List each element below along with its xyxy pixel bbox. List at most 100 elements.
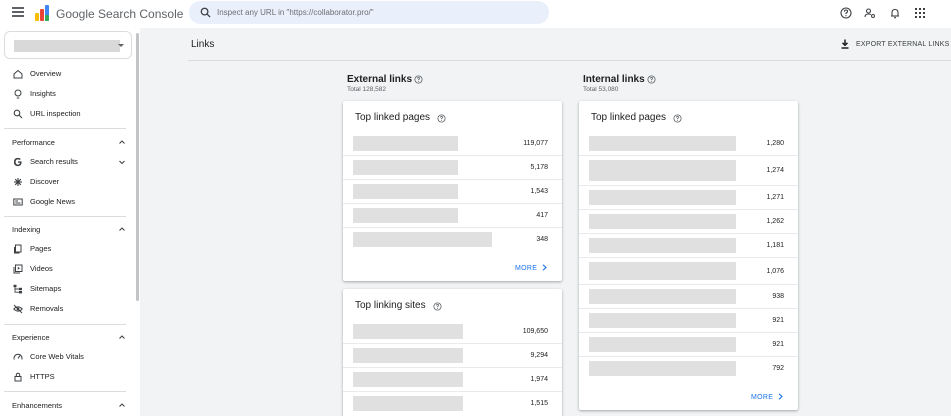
sidebar-item-insights[interactable]: Insights [0, 85, 130, 103]
help-icon[interactable] [647, 75, 656, 84]
table-row[interactable]: 9,294 [343, 344, 562, 368]
link-count: 119,077 [523, 140, 548, 147]
card-title: Top linking sites [355, 300, 426, 311]
table-row[interactable]: 792 [579, 357, 798, 381]
menu-icon[interactable] [12, 7, 24, 19]
manage-users-icon[interactable] [864, 7, 876, 19]
table-row[interactable]: 1,515 [343, 392, 562, 416]
sidebar-item-sitemaps[interactable]: Sitemaps [0, 280, 130, 298]
table-row[interactable]: 1,262 [579, 210, 798, 234]
table-row[interactable]: 921 [579, 309, 798, 333]
sidebar-divider [4, 391, 126, 392]
redacted-url[interactable] [353, 160, 458, 175]
sidebar-item-removals[interactable]: Removals [0, 300, 130, 318]
dropdown-caret-icon [118, 44, 124, 47]
property-selector[interactable] [4, 31, 132, 59]
help-icon[interactable] [433, 302, 442, 311]
search-input[interactable] [217, 5, 537, 20]
external-links-total: Total 128,582 [347, 86, 387, 93]
sidebar-item-url-inspection[interactable]: URL inspection [0, 105, 130, 123]
table-row[interactable]: 938 [579, 285, 798, 309]
more-button[interactable]: MORE [515, 263, 547, 272]
table-row[interactable]: 417 [343, 204, 562, 228]
redacted-url[interactable] [589, 262, 736, 280]
search-console-logo [35, 5, 49, 21]
sidebar-item-label: Insights [30, 89, 56, 98]
more-label: MORE [515, 265, 538, 272]
sidebar-item-google-news[interactable]: Google News [0, 193, 130, 211]
redacted-url[interactable] [589, 289, 736, 304]
help-icon[interactable] [414, 75, 423, 84]
link-count: 1,543 [530, 188, 548, 195]
table-row[interactable]: 1,974 [343, 368, 562, 392]
section-indexing[interactable]: Indexing [0, 220, 130, 238]
more-label: MORE [751, 394, 774, 401]
internal-links-total: Total 53,080 [583, 86, 619, 93]
table-row[interactable]: 109,650 [343, 320, 562, 344]
sidebar-item-label: Discover [30, 177, 60, 186]
redacted-url[interactable] [589, 214, 736, 229]
section-performance[interactable]: Performance [0, 133, 130, 151]
google-g-icon [13, 157, 22, 167]
sidebar-divider [4, 128, 126, 129]
download-icon [841, 39, 849, 49]
link-count: 5,178 [530, 164, 548, 171]
section-enhancements[interactable]: Enhancements [0, 396, 130, 414]
help-icon[interactable] [840, 7, 852, 19]
redacted-url[interactable] [353, 184, 458, 199]
redacted-url[interactable] [589, 361, 736, 376]
external-top-linked-pages-card: Top linked pages 119,077 5,178 1,543 417 348… [343, 101, 562, 281]
sidebar-item-label: Core Web Vitals [30, 352, 84, 361]
section-experience[interactable]: Experience [0, 328, 130, 346]
link-count: 921 [772, 317, 784, 324]
table-row[interactable]: 1,543 [343, 180, 562, 204]
page-title: Links [191, 39, 215, 50]
help-icon[interactable] [673, 114, 682, 123]
help-icon[interactable] [437, 114, 446, 123]
card-title: Top linked pages [591, 112, 667, 123]
chevron-up-icon [119, 403, 125, 407]
sidebar-item-videos[interactable]: Videos [0, 260, 130, 278]
redacted-url[interactable] [353, 208, 458, 223]
sidebar-item-discover[interactable]: Discover [0, 173, 130, 191]
redacted-url[interactable] [353, 396, 463, 411]
link-count: 1,515 [530, 400, 548, 407]
internal-top-linked-pages-card: Top linked pages 1,280 1,274 1,271 1,262 1,1… [579, 101, 798, 410]
table-row[interactable]: 348 [343, 228, 562, 252]
table-row[interactable]: 1,280 [579, 132, 798, 156]
search-icon [13, 109, 23, 119]
table-row[interactable]: 1,274 [579, 156, 798, 186]
table-row[interactable]: 1,076 [579, 258, 798, 285]
redacted-url[interactable] [353, 324, 463, 339]
url-inspection-search[interactable] [189, 1, 549, 24]
link-count: 792 [772, 365, 784, 372]
top-app-bar: Google Search Console [0, 0, 951, 28]
table-row[interactable]: 5,178 [343, 156, 562, 180]
redacted-url[interactable] [589, 238, 736, 253]
redacted-url[interactable] [589, 313, 736, 328]
table-row[interactable]: 1,181 [579, 234, 798, 258]
external-top-linking-sites-card: Top linking sites 109,650 9,294 1,974 1,515 [343, 289, 562, 416]
redacted-url[interactable] [353, 348, 463, 363]
sidebar-item-pages[interactable]: Pages [0, 240, 130, 258]
table-row[interactable]: 921 [579, 333, 798, 357]
sidebar-item-overview[interactable]: Overview [0, 65, 130, 83]
sidebar-item-core-web-vitals[interactable]: Core Web Vitals [0, 348, 130, 366]
redacted-url[interactable] [589, 136, 736, 151]
apps-grid-icon[interactable] [914, 7, 926, 19]
more-button[interactable]: MORE [751, 392, 783, 401]
redacted-url[interactable] [353, 136, 458, 151]
sidebar-scrollbar[interactable] [136, 33, 139, 301]
sidebar-item-search-results[interactable]: Search results [0, 153, 130, 171]
redacted-url[interactable] [589, 160, 736, 181]
redacted-url[interactable] [353, 372, 463, 387]
notifications-bell-icon[interactable] [889, 7, 901, 19]
link-count: 348 [536, 236, 548, 243]
redacted-url[interactable] [589, 190, 736, 205]
redacted-url[interactable] [589, 337, 736, 352]
sidebar-item-https[interactable]: HTTPS [0, 368, 130, 386]
table-row[interactable]: 1,271 [579, 186, 798, 210]
table-row[interactable]: 119,077 [343, 132, 562, 156]
redacted-url[interactable] [353, 232, 492, 247]
link-count: 1,262 [766, 218, 784, 225]
